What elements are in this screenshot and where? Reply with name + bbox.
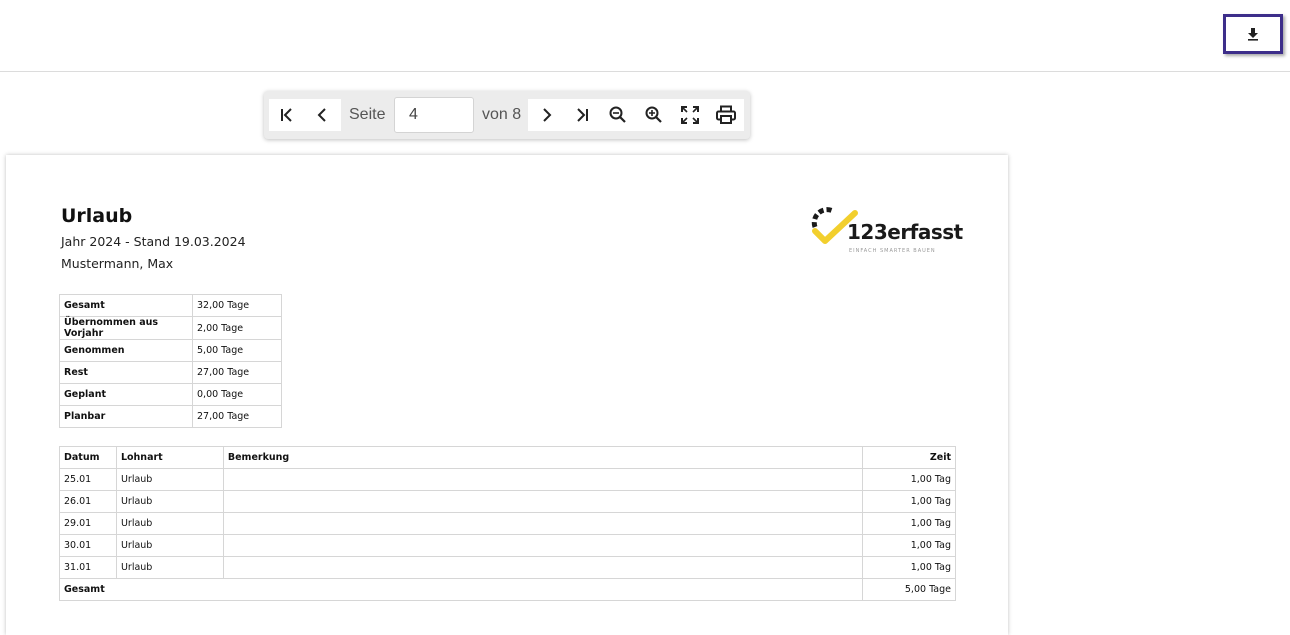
total-value: 5,00 Tage xyxy=(862,578,956,601)
entries-table: Datum Lohnart Bemerkung Zeit 25.01 Urlau… xyxy=(58,446,956,601)
summary-label: Genommen xyxy=(59,339,193,362)
summary-value: 32,00 Tage xyxy=(192,294,282,317)
download-icon xyxy=(1248,28,1258,41)
company-logo: 123erfasst EINFACH SMARTER BAUEN xyxy=(811,205,963,257)
table-row: Genommen 5,00 Tage xyxy=(59,339,282,362)
logo-tagline: EINFACH SMARTER BAUEN xyxy=(849,248,936,254)
summary-value: 0,00 Tage xyxy=(192,383,282,406)
cell-zeit: 1,00 Tag xyxy=(862,534,956,557)
summary-table: Gesamt 32,00 Tage Übernommen aus Vorjahr… xyxy=(59,294,282,428)
table-row: Rest 27,00 Tage xyxy=(59,361,282,384)
employee-name: Mustermann, Max xyxy=(61,256,174,271)
column-header-lohnart: Lohnart xyxy=(115,446,224,469)
first-page-icon xyxy=(281,108,292,122)
last-page-icon xyxy=(577,108,588,122)
cell-lohnart: Urlaub xyxy=(115,556,224,579)
chevron-right-icon xyxy=(543,108,552,122)
cell-lohnart: Urlaub xyxy=(115,512,224,535)
fullscreen-button[interactable] xyxy=(672,99,708,131)
cell-lohnart: Urlaub xyxy=(115,490,224,513)
zoom-out-button[interactable] xyxy=(600,99,636,131)
column-header-zeit: Zeit xyxy=(862,446,956,469)
cell-lohnart: Urlaub xyxy=(115,468,224,491)
summary-label: Planbar xyxy=(59,405,193,428)
table-header-row: Datum Lohnart Bemerkung Zeit xyxy=(59,446,956,469)
cell-bemerkung xyxy=(222,556,864,579)
download-button[interactable] xyxy=(1223,14,1283,54)
table-row: 29.01 Urlaub 1,00 Tag xyxy=(59,512,956,535)
page-label: Seite xyxy=(349,106,386,123)
cell-zeit: 1,00 Tag xyxy=(862,512,956,535)
cell-lohnart: Urlaub xyxy=(115,534,224,557)
column-header-datum: Datum xyxy=(59,446,117,469)
last-page-button[interactable] xyxy=(564,99,600,131)
print-button[interactable] xyxy=(708,99,744,131)
document-subtitle: Jahr 2024 - Stand 19.03.2024 xyxy=(61,234,246,249)
table-row: Gesamt 32,00 Tage xyxy=(59,294,282,317)
summary-value: 27,00 Tage xyxy=(192,405,282,428)
zoom-in-icon xyxy=(645,106,662,123)
summary-label: Rest xyxy=(59,361,193,384)
document-title: Urlaub xyxy=(61,205,133,227)
first-page-button[interactable] xyxy=(269,99,305,131)
cell-datum: 31.01 xyxy=(59,556,117,579)
zoom-out-icon xyxy=(609,106,626,123)
cell-bemerkung xyxy=(222,490,864,513)
page-count-label: von 8 xyxy=(482,106,522,123)
cell-datum: 30.01 xyxy=(59,534,117,557)
page-number-input[interactable] xyxy=(394,97,474,133)
summary-value: 27,00 Tage xyxy=(192,361,282,384)
total-label: Gesamt xyxy=(58,578,864,601)
chevron-left-icon xyxy=(317,108,326,122)
fullscreen-icon xyxy=(681,106,699,124)
summary-label: Gesamt xyxy=(59,294,193,317)
cell-zeit: 1,00 Tag xyxy=(862,468,956,491)
pdf-toolbar: Seite von 8 xyxy=(264,91,750,139)
next-page-button[interactable] xyxy=(528,99,564,131)
cell-bemerkung xyxy=(222,512,864,535)
column-header-bemerkung: Bemerkung xyxy=(222,446,864,469)
table-row: 30.01 Urlaub 1,00 Tag xyxy=(59,534,956,557)
cell-bemerkung xyxy=(222,534,864,557)
summary-label: Übernommen aus Vorjahr xyxy=(59,316,193,340)
cell-bemerkung xyxy=(222,468,864,491)
table-row: 25.01 Urlaub 1,00 Tag xyxy=(59,468,956,491)
print-icon xyxy=(716,105,736,124)
logo-wordmark: 123erfasst xyxy=(847,220,963,244)
prev-page-button[interactable] xyxy=(305,99,341,131)
cell-zeit: 1,00 Tag xyxy=(862,490,956,513)
table-row: Planbar 27,00 Tage xyxy=(59,405,282,428)
summary-value: 5,00 Tage xyxy=(192,339,282,362)
cell-zeit: 1,00 Tag xyxy=(862,556,956,579)
summary-label: Geplant xyxy=(59,383,193,406)
cell-datum: 25.01 xyxy=(59,468,117,491)
pdf-page: Urlaub Jahr 2024 - Stand 19.03.2024 Must… xyxy=(6,155,1008,635)
table-row: Geplant 0,00 Tage xyxy=(59,383,282,406)
table-row: 26.01 Urlaub 1,00 Tag xyxy=(59,490,956,513)
top-bar xyxy=(0,0,1290,72)
cell-datum: 29.01 xyxy=(59,512,117,535)
zoom-in-button[interactable] xyxy=(636,99,672,131)
table-row: Übernommen aus Vorjahr 2,00 Tage xyxy=(59,316,282,340)
table-row: 31.01 Urlaub 1,00 Tag xyxy=(59,556,956,579)
table-total-row: Gesamt 5,00 Tage xyxy=(58,578,956,601)
cell-datum: 26.01 xyxy=(59,490,117,513)
summary-value: 2,00 Tage xyxy=(192,316,282,340)
